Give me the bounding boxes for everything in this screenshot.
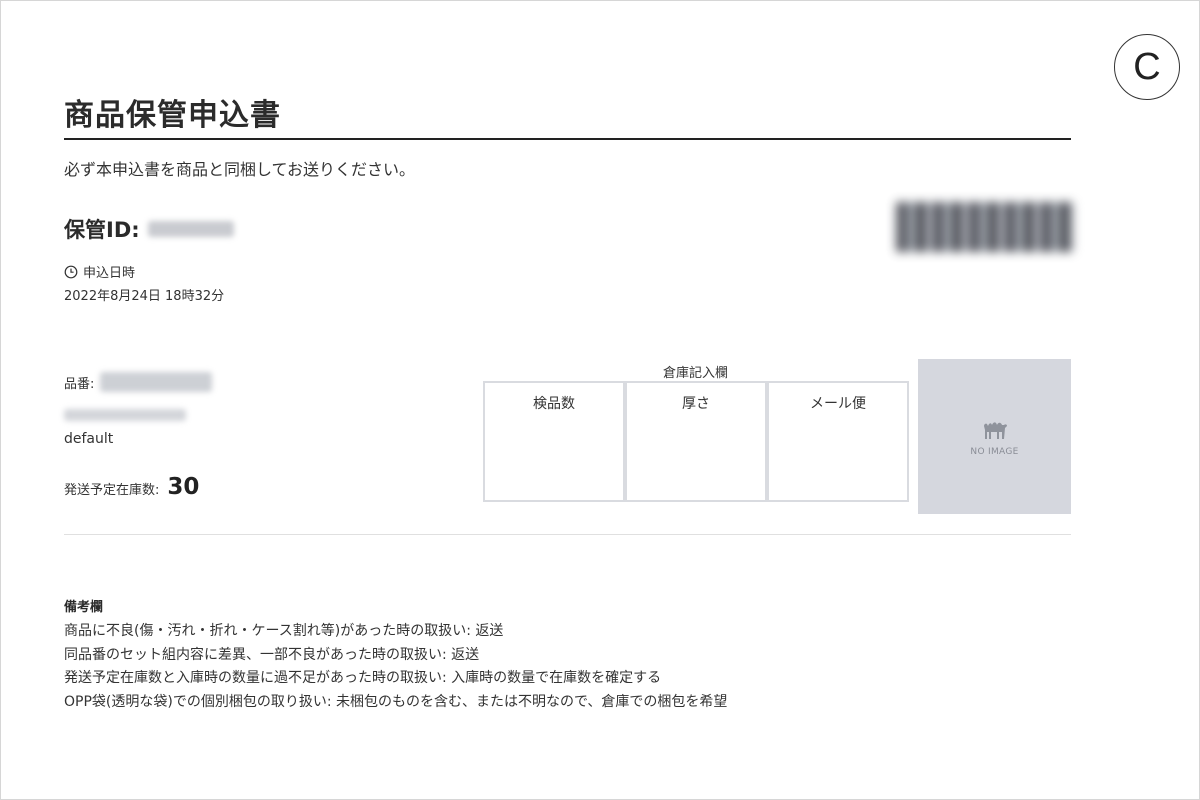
camel-icon [983, 421, 1007, 439]
remarks-section: 備考欄 商品に不良(傷・汚れ・折れ・ケース割れ等)があった時の取扱い: 返送 同… [64, 596, 727, 714]
remarks-title: 備考欄 [64, 600, 104, 615]
planned-stock: 発送予定在庫数: 30 [64, 474, 199, 500]
section-divider [64, 534, 1071, 535]
warehouse-cell-thickness[interactable]: 厚さ [625, 381, 767, 502]
warehouse-cell-mail-delivery[interactable]: メール便 [767, 381, 909, 502]
remarks-line-set-discrepancy: 同品番のセット組内容に差異、一部不良があった時の取扱い: 返送 [64, 646, 480, 663]
product-image-placeholder: NO IMAGE [918, 359, 1071, 514]
barcode-redacted [896, 202, 1074, 252]
clock-icon [64, 265, 78, 278]
badge-letter: C [1133, 45, 1161, 88]
storage-id-value-redacted [147, 221, 234, 237]
item-variant: default [64, 431, 114, 447]
planned-stock-value: 30 [167, 474, 200, 500]
title-divider [64, 138, 1071, 140]
application-date-label-row: 申込日時 [64, 262, 135, 281]
planned-stock-label: 発送予定在庫数: [64, 483, 160, 498]
warehouse-entry-caption: 倉庫記入欄 [662, 366, 728, 381]
storage-id: 保管ID: [64, 214, 234, 244]
instruction-text: 必ず本申込書を商品と同梱してお送りください。 [64, 160, 416, 179]
warehouse-entry-table: 検品数 厚さ メール便 [483, 381, 909, 502]
item-number: 品番: [64, 372, 213, 392]
page-title: 商品保管申込書 [64, 98, 281, 133]
application-date-label: 申込日時 [83, 266, 136, 281]
remarks-line-quantity-mismatch: 発送予定在庫数と入庫時の数量に過不足があった時の取扱い: 入庫時の数量で在庫数を… [64, 670, 662, 686]
storage-id-label: 保管ID: [64, 218, 140, 242]
item-number-value-redacted [100, 372, 213, 392]
item-name-blur [64, 409, 186, 421]
warehouse-cell-inspection-count[interactable]: 検品数 [483, 381, 625, 502]
remarks-line-defect: 商品に不良(傷・汚れ・折れ・ケース割れ等)があった時の取扱い: 返送 [64, 623, 504, 639]
warehouse-col-label: メール便 [810, 396, 866, 412]
item-name-redacted [64, 406, 186, 421]
no-image-text: NO IMAGE [970, 446, 1019, 457]
item-number-label: 品番: [64, 376, 95, 392]
remarks-line-opp-packaging: OPP袋(透明な袋)での個別梱包の取り扱い: 未梱包のものを含む、または不明なの… [64, 693, 728, 710]
warehouse-col-label: 厚さ [682, 396, 710, 412]
circle-badge: C [1114, 34, 1180, 100]
warehouse-col-label: 検品数 [533, 396, 575, 412]
application-date-value: 2022年8月24日 18時32分 [64, 289, 225, 304]
